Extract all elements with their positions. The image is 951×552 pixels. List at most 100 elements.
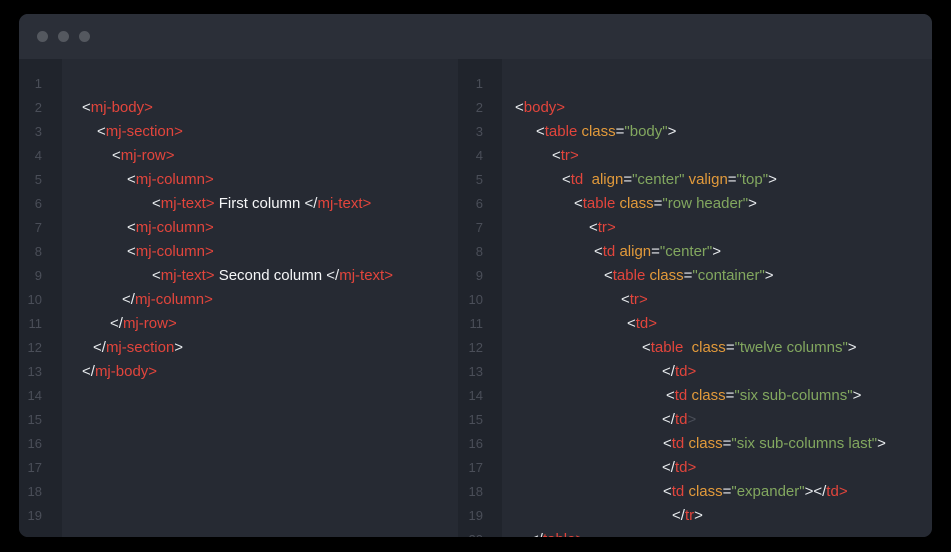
bracket-token: < [562,171,571,188]
tag-token: td [675,411,688,428]
tag-token: mj-text [317,195,362,212]
tag-token: tr [630,291,639,308]
tag-token: mj-column [135,291,204,308]
window-titlebar [19,14,932,59]
window-control-zoom[interactable] [79,31,90,42]
code-line: <tr> [502,216,932,240]
bracket-token: > [668,123,677,140]
line-number: 14 [19,384,42,408]
bracket-token: </ [93,339,106,356]
code-line: <td class="six sub-columns"> [502,384,932,408]
mjml-code-area[interactable]: <mj-body><mj-section><mj-row><mj-column>… [62,59,458,537]
code-line: <tr> [502,288,932,312]
tag-token: > [575,531,584,537]
tag-token: > [166,147,175,164]
tag-token: td [675,387,688,404]
attribute-token: class [645,267,683,284]
tag-token: mj-column [136,219,205,236]
tag-token: > [839,483,848,500]
tag-token: td [675,459,688,476]
mjml-line-number-gutter: 12345678910111213141516171819 [19,59,62,537]
tag-token: mj-column [136,171,205,188]
window-control-close[interactable] [37,31,48,42]
bracket-token: < [152,267,161,284]
tag-token: table [583,195,616,212]
tag-token: mj-body [95,363,148,380]
tag-token: mj-text [339,267,384,284]
tag-token: > [205,219,214,236]
window-control-minimize[interactable] [58,31,69,42]
code-line: <tr> [502,144,932,168]
bracket-token: </ [662,363,675,380]
attribute-token: valign [684,171,727,188]
tag-token: mj-column [136,243,205,260]
html-code-area[interactable]: <body><table class="body"><tr><td align=… [502,59,932,537]
bracket-token: </ [82,363,95,380]
attribute-token: align [583,171,623,188]
line-number: 18 [19,480,42,504]
line-number: 12 [458,336,483,360]
bracket-token: < [627,315,636,332]
line-number: 17 [458,456,483,480]
bracket-token: < [663,435,672,452]
bracket-token: < [536,123,545,140]
code-line: <td align="center" valign="top"> [502,168,932,192]
bracket-token: > [768,171,777,188]
text-token: Second column [215,267,327,284]
code-line: </mj-row> [62,312,458,336]
code-line: <mj-column> [62,240,458,264]
tag-token: mj-section [106,339,174,356]
bracket-token: < [127,219,136,236]
bracket-token: < [152,195,161,212]
line-number: 4 [19,144,42,168]
bracket-token: = [728,171,737,188]
tag-token: td [672,483,685,500]
tag-token: > [144,99,153,116]
tag-token: table [613,267,646,284]
tag-token: td [672,435,685,452]
line-number: 13 [19,360,42,384]
line-number: 5 [458,168,483,192]
line-number: 10 [458,288,483,312]
tag-token: td [571,171,584,188]
line-number: 16 [458,432,483,456]
tag-token: > [607,219,616,236]
tag-token: td [636,315,649,332]
tag-token: td [675,363,688,380]
bracket-token: < [97,123,106,140]
bracket-token: < [594,243,603,260]
line-number: 11 [458,312,483,336]
string-token: "center" [632,171,684,188]
code-line: </mj-section> [62,336,458,360]
bracket-token: = [623,171,632,188]
string-token: "top" [737,171,769,188]
line-number: 8 [19,240,42,264]
tag-token: > [168,315,177,332]
line-number: 3 [458,120,483,144]
tag-token: mj-text [161,195,206,212]
line-number: 20 [458,528,483,537]
line-number: 4 [458,144,483,168]
bracket-token: < [552,147,561,164]
tag-token: > [205,243,214,260]
line-number: 3 [19,120,42,144]
bracket-token: </ [110,315,123,332]
bracket-token: > [877,435,886,452]
line-number: 8 [458,240,483,264]
code-line: <mj-section> [62,120,458,144]
string-token: "row header" [662,195,748,212]
string-token: "six sub-columns last" [731,435,877,452]
line-number: 1 [458,72,483,96]
string-token: "twelve columns" [735,339,848,356]
code-line [62,408,458,432]
bracket-token: </ [530,531,543,537]
attribute-token: class [683,339,726,356]
tag-token: > [687,363,696,380]
code-line: </mj-body> [62,360,458,384]
code-line: </mj-column> [62,288,458,312]
code-line: </table> [502,528,932,537]
code-line: <mj-body> [62,96,458,120]
bracket-token: < [604,267,613,284]
tag-token: mj-row [123,315,168,332]
bracket-token: < [112,147,121,164]
